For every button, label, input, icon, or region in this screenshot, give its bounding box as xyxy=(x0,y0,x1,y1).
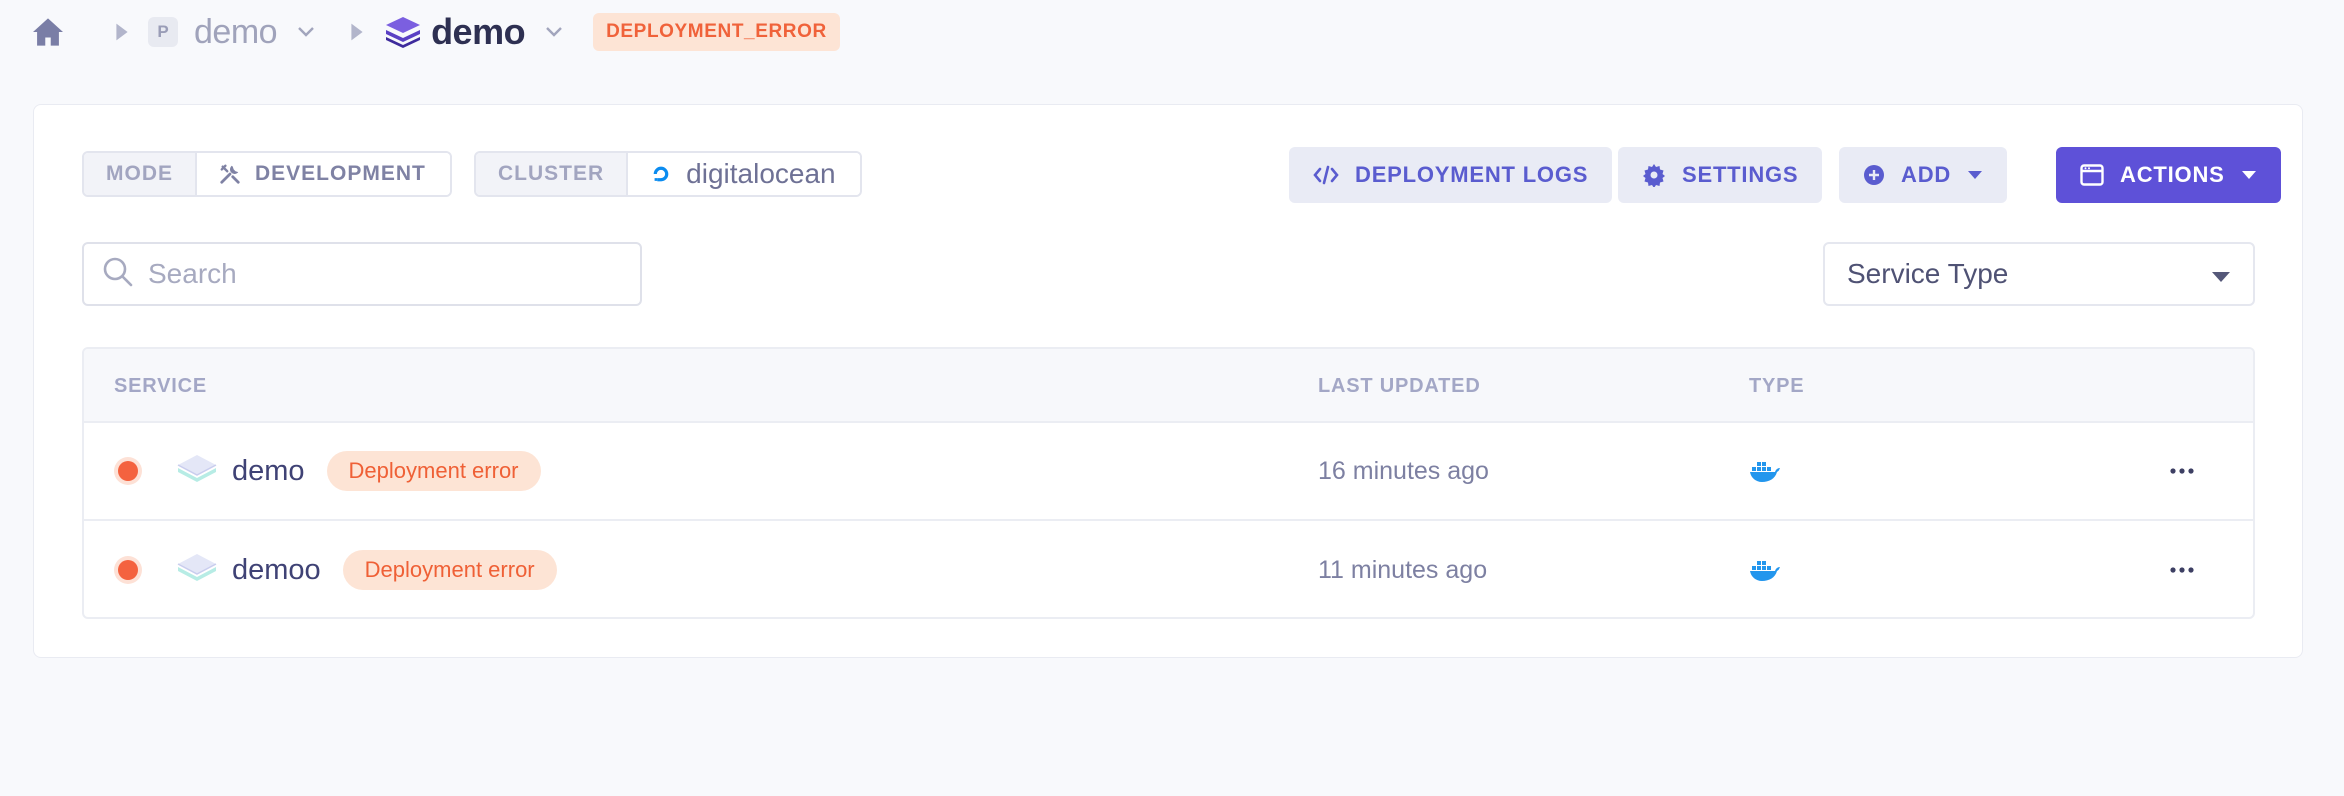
project-chevron-down-icon[interactable] xyxy=(297,26,315,38)
service-status-badge: Deployment error xyxy=(342,550,557,590)
mode-pill: MODE DEVELOPMENT xyxy=(82,151,452,197)
settings-button[interactable]: SETTINGS xyxy=(1618,147,1823,203)
service-name[interactable]: demo xyxy=(232,455,305,488)
mode-label: MODE xyxy=(84,153,197,195)
environment-status-badge: DEPLOYMENT_ERROR xyxy=(593,13,840,51)
cluster-value-text: digitalocean xyxy=(686,158,836,189)
caret-down-icon xyxy=(2211,258,2231,290)
table-row[interactable]: demoo Deployment error 11 minutes ago xyxy=(84,521,2253,617)
deployment-logs-label: DEPLOYMENT LOGS xyxy=(1355,162,1589,187)
service-stack-icon xyxy=(176,550,218,591)
column-header-last-updated[interactable]: LAST UPDATED xyxy=(1318,375,1481,398)
cluster-value: digitalocean xyxy=(628,153,860,195)
docker-icon xyxy=(1749,521,1781,617)
service-type-select[interactable]: Service Type xyxy=(1823,242,2255,306)
last-updated: 16 minutes ago xyxy=(1318,456,1489,485)
tools-icon xyxy=(219,163,241,185)
row-more-icon[interactable] xyxy=(2169,521,2195,617)
add-button[interactable]: ADD xyxy=(1839,147,2008,203)
breadcrumb-project-name[interactable]: demo xyxy=(194,13,278,52)
row-more-icon[interactable] xyxy=(2169,423,2195,519)
search-icon xyxy=(102,256,134,293)
cluster-label: CLUSTER xyxy=(476,153,629,195)
service-stack-icon xyxy=(176,451,218,492)
breadcrumb-environment-name[interactable]: demo xyxy=(431,11,526,53)
actions-label: ACTIONS xyxy=(2120,162,2225,187)
status-dot xyxy=(118,521,138,617)
services-table: SERVICE LAST UPDATED TYPE demo Deploymen… xyxy=(82,347,2255,619)
project-avatar[interactable]: P xyxy=(148,17,178,47)
mode-value: DEVELOPMENT xyxy=(197,153,450,195)
caret-down-icon xyxy=(1967,170,1983,180)
window-icon xyxy=(2080,164,2104,186)
code-icon xyxy=(1313,165,1339,185)
service-cell: demoo Deployment error xyxy=(176,521,557,617)
search-input[interactable] xyxy=(148,258,608,290)
service-status-badge: Deployment error xyxy=(326,451,541,491)
services-card: MODE DEVELOPMENT CLUSTER digitalocean DE… xyxy=(33,104,2303,658)
settings-label: SETTINGS xyxy=(1682,162,1799,187)
mode-value-text: DEVELOPMENT xyxy=(255,162,426,185)
table-header: SERVICE LAST UPDATED TYPE xyxy=(84,349,2253,423)
environment-stack-icon xyxy=(383,12,423,52)
plus-circle-icon xyxy=(1863,164,1885,186)
column-header-type[interactable]: TYPE xyxy=(1749,375,1804,398)
service-type-selected: Service Type xyxy=(1847,258,2009,289)
search-box xyxy=(82,242,642,306)
gear-icon xyxy=(1642,163,1666,187)
deployment-logs-button[interactable]: DEPLOYMENT LOGS xyxy=(1289,147,1613,203)
add-label: ADD xyxy=(1901,162,1952,187)
actions-button[interactable]: ACTIONS xyxy=(2056,147,2281,203)
table-row[interactable]: demo Deployment error 16 minutes ago xyxy=(84,423,2253,521)
last-updated: 11 minutes ago xyxy=(1318,555,1488,584)
docker-icon xyxy=(1749,423,1781,519)
breadcrumb: P demo demo DEPLOYMENT_ERROR xyxy=(28,8,840,56)
breadcrumb-separator-icon xyxy=(337,22,377,42)
status-dot xyxy=(118,423,138,519)
cluster-pill: CLUSTER digitalocean xyxy=(474,151,862,197)
environment-chevron-down-icon[interactable] xyxy=(545,26,563,38)
service-name[interactable]: demoo xyxy=(232,554,321,587)
breadcrumb-separator-icon xyxy=(102,22,142,42)
service-cell: demo Deployment error xyxy=(176,423,541,519)
digitalocean-icon xyxy=(650,163,672,185)
caret-down-icon xyxy=(2241,170,2257,180)
home-icon[interactable] xyxy=(28,12,68,52)
column-header-service[interactable]: SERVICE xyxy=(114,375,207,398)
